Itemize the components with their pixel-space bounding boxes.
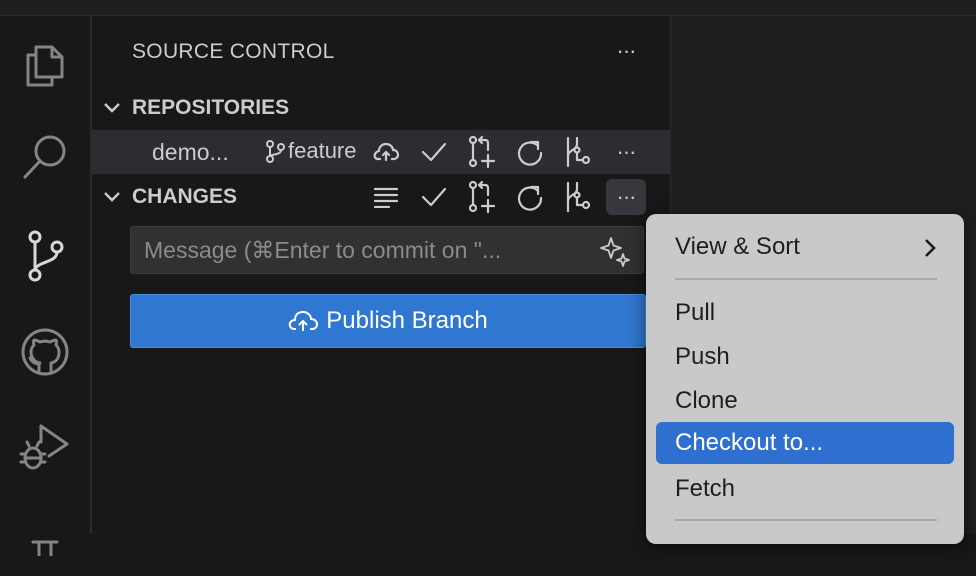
run-debug-icon — [19, 424, 69, 470]
search-icon — [23, 135, 66, 179]
sparkle-icon — [600, 237, 630, 267]
commit-message-input[interactable] — [131, 227, 581, 273]
testing-icon — [31, 540, 59, 556]
repository-row[interactable]: demo... feature ··· — [92, 130, 670, 174]
explorer-icon — [26, 45, 64, 87]
menu-item-checkout-to[interactable]: Checkout to... — [656, 422, 954, 464]
activity-source-control[interactable] — [0, 216, 90, 296]
source-control-panel: SOURCE CONTROL ··· REPOSITORIES demo... … — [92, 16, 671, 534]
menu-item-push[interactable]: Push — [656, 336, 954, 378]
git-branch-icon — [266, 140, 285, 163]
activity-explorer[interactable] — [0, 24, 90, 104]
menu-item-clone[interactable]: Clone — [656, 380, 954, 422]
menu-item-view-sort[interactable]: View & Sort — [656, 226, 954, 268]
views-more-button[interactable]: ··· — [606, 33, 646, 69]
menu-item-fetch[interactable]: Fetch — [656, 468, 954, 510]
panel-title: SOURCE CONTROL — [132, 40, 335, 63]
activity-run-debug[interactable] — [0, 406, 90, 486]
cloud-upload-icon — [289, 310, 319, 331]
source-control-icon — [28, 230, 64, 282]
check-icon — [421, 142, 447, 162]
branch-name: feature — [288, 138, 357, 163]
menu-item-label: Fetch — [675, 475, 736, 502]
repository-name: demo... — [152, 139, 229, 165]
menu-item-pull[interactable]: Pull — [656, 292, 954, 334]
chevron-down-icon — [92, 102, 132, 114]
menu-separator — [675, 519, 937, 521]
changes-graph-button[interactable] — [560, 179, 596, 215]
activity-testing[interactable] — [0, 496, 90, 576]
changes-pull-request-button[interactable] — [464, 179, 500, 215]
commit-button[interactable] — [416, 134, 452, 170]
menu-item-label: Checkout to... — [675, 429, 824, 456]
view-as-list-button[interactable] — [368, 179, 404, 215]
pull-request-icon — [468, 135, 496, 169]
changes-label: CHANGES — [132, 185, 238, 208]
refresh-icon — [517, 140, 543, 166]
activity-search[interactable] — [0, 116, 90, 196]
check-icon — [421, 187, 447, 207]
publish-icon-button[interactable] — [368, 134, 404, 170]
menu-item-label: Pull — [675, 299, 716, 326]
github-icon — [21, 328, 69, 376]
repositories-section-header[interactable]: REPOSITORIES — [92, 88, 670, 128]
menu-separator — [675, 278, 937, 280]
chevron-down-icon — [92, 191, 132, 203]
repositories-label: REPOSITORIES — [132, 96, 290, 119]
activity-bar — [0, 16, 92, 556]
branch-indicator[interactable]: feature — [264, 138, 360, 164]
menu-item-label: Clone — [675, 387, 738, 414]
menu-item-label: Push — [675, 343, 730, 370]
changes-commit-button[interactable] — [416, 179, 452, 215]
git-graph-icon — [566, 136, 591, 168]
title-bar — [0, 0, 976, 16]
publish-branch-label: Publish Branch — [326, 307, 488, 334]
list-icon — [373, 187, 399, 208]
repository-more-button[interactable]: ··· — [606, 134, 646, 170]
context-menu: View & Sort Pull Push Clone Checkout to.… — [646, 214, 964, 544]
generate-message-button[interactable] — [599, 235, 631, 272]
show-graph-button[interactable] — [560, 134, 596, 170]
menu-item-label: View & Sort — [675, 233, 800, 260]
changes-more-button[interactable]: ··· — [606, 179, 646, 215]
chevron-right-icon — [924, 237, 936, 265]
pull-request-icon — [468, 180, 496, 214]
activity-github[interactable] — [0, 312, 90, 392]
cloud-upload-icon — [373, 142, 399, 162]
publish-branch-button[interactable]: Publish Branch — [130, 294, 646, 348]
changes-refresh-button[interactable] — [512, 179, 548, 215]
git-graph-icon — [566, 181, 591, 213]
commit-message-box — [130, 226, 644, 274]
refresh-icon — [517, 185, 543, 211]
create-pull-request-button[interactable] — [464, 134, 500, 170]
refresh-button[interactable] — [512, 134, 548, 170]
